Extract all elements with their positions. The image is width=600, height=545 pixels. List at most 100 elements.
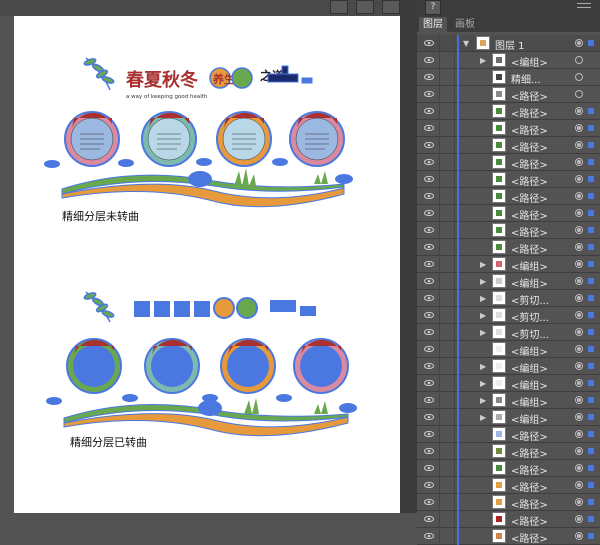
target-circle-icon[interactable] [575, 328, 583, 336]
layer-row[interactable]: <编组> [417, 341, 600, 358]
layer-label[interactable]: 精细... [511, 71, 541, 86]
layer-label[interactable]: <路径> [511, 496, 548, 511]
visibility-eye-icon[interactable] [424, 380, 434, 386]
lock-toggle[interactable] [439, 290, 455, 306]
target-circle-icon[interactable] [575, 39, 583, 47]
layer-label[interactable]: <路径> [511, 173, 548, 188]
layer-row[interactable]: 精细... [417, 69, 600, 86]
layer-row[interactable]: <路径> [417, 120, 600, 137]
visibility-eye-icon[interactable] [424, 397, 434, 403]
lock-toggle[interactable] [439, 358, 455, 374]
layer-row[interactable]: ▼ 图层 1 [417, 35, 600, 52]
selection-square-icon[interactable] [588, 227, 594, 233]
lock-toggle[interactable] [439, 256, 455, 272]
selection-square-icon[interactable] [588, 312, 594, 318]
layer-label[interactable]: <路径> [511, 190, 548, 205]
layer-row[interactable]: <路径> [417, 137, 600, 154]
selection-square-icon[interactable] [588, 380, 594, 386]
lock-toggle[interactable] [439, 154, 455, 170]
layer-row[interactable]: <路径> [417, 171, 600, 188]
help-button[interactable]: ? [425, 0, 441, 15]
layer-label[interactable]: <路径> [511, 462, 548, 477]
selection-square-icon[interactable] [588, 465, 594, 471]
expand-right-icon[interactable]: ▶ [480, 413, 486, 422]
layer-label[interactable]: <路径> [511, 122, 548, 137]
layer-label[interactable]: <编组> [511, 411, 548, 426]
lock-toggle[interactable] [439, 324, 455, 340]
layer-row[interactable]: ▶ <编组> [417, 52, 600, 69]
selection-square-icon[interactable] [588, 363, 594, 369]
lock-toggle[interactable] [439, 171, 455, 187]
target-circle-icon[interactable] [575, 464, 583, 472]
selection-square-icon[interactable] [588, 176, 594, 182]
visibility-eye-icon[interactable] [424, 74, 434, 80]
expand-right-icon[interactable]: ▶ [480, 260, 486, 269]
visibility-eye-icon[interactable] [424, 159, 434, 165]
layer-row[interactable]: <路径> [417, 511, 600, 528]
visibility-eye-icon[interactable] [424, 465, 434, 471]
selection-square-icon[interactable] [588, 482, 594, 488]
target-circle-icon[interactable] [575, 379, 583, 387]
layer-row[interactable]: <路径> [417, 239, 600, 256]
visibility-eye-icon[interactable] [424, 142, 434, 148]
selection-square-icon[interactable] [588, 397, 594, 403]
lock-toggle[interactable] [439, 477, 455, 493]
visibility-eye-icon[interactable] [424, 499, 434, 505]
layer-row[interactable]: <路径> [417, 477, 600, 494]
layer-row[interactable]: ▶ <编组> [417, 256, 600, 273]
selection-square-icon[interactable] [588, 499, 594, 505]
visibility-eye-icon[interactable] [424, 533, 434, 539]
layer-row[interactable]: <路径> [417, 205, 600, 222]
layer-row[interactable]: <路径> [417, 188, 600, 205]
selection-square-icon[interactable] [588, 261, 594, 267]
visibility-eye-icon[interactable] [424, 312, 434, 318]
target-circle-icon[interactable] [575, 345, 583, 353]
target-circle-icon[interactable] [575, 73, 583, 81]
selection-square-icon[interactable] [588, 193, 594, 199]
selection-square-icon[interactable] [588, 414, 594, 420]
layer-label[interactable]: <路径> [511, 445, 548, 460]
target-circle-icon[interactable] [575, 430, 583, 438]
expand-down-icon[interactable]: ▼ [463, 39, 469, 48]
lock-toggle[interactable] [439, 443, 455, 459]
lock-toggle[interactable] [439, 460, 455, 476]
expand-right-icon[interactable]: ▶ [480, 379, 486, 388]
target-circle-icon[interactable] [575, 498, 583, 506]
lock-toggle[interactable] [439, 222, 455, 238]
target-circle-icon[interactable] [575, 260, 583, 268]
target-circle-icon[interactable] [575, 413, 583, 421]
lock-toggle[interactable] [439, 494, 455, 510]
layer-label[interactable]: <编组> [511, 343, 548, 358]
tool-tab[interactable] [382, 0, 400, 14]
layer-row[interactable]: <路径> [417, 443, 600, 460]
target-circle-icon[interactable] [575, 90, 583, 98]
lock-toggle[interactable] [439, 341, 455, 357]
lock-toggle[interactable] [439, 52, 455, 68]
selection-square-icon[interactable] [588, 142, 594, 148]
selection-square-icon[interactable] [588, 278, 594, 284]
layer-label[interactable]: <路径> [511, 428, 548, 443]
expand-right-icon[interactable]: ▶ [480, 56, 486, 65]
layer-label[interactable]: <路径> [511, 479, 548, 494]
lock-toggle[interactable] [439, 375, 455, 391]
target-circle-icon[interactable] [575, 56, 583, 64]
target-circle-icon[interactable] [575, 515, 583, 523]
lock-toggle[interactable] [439, 239, 455, 255]
selection-square-icon[interactable] [588, 533, 594, 539]
visibility-eye-icon[interactable] [424, 210, 434, 216]
target-circle-icon[interactable] [575, 209, 583, 217]
target-circle-icon[interactable] [575, 175, 583, 183]
layer-label[interactable]: <路径> [511, 105, 548, 120]
layer-row[interactable]: <路径> [417, 494, 600, 511]
lock-toggle[interactable] [439, 205, 455, 221]
layer-label[interactable]: <编组> [511, 258, 548, 273]
target-circle-icon[interactable] [575, 124, 583, 132]
selection-square-icon[interactable] [588, 40, 594, 46]
target-circle-icon[interactable] [575, 481, 583, 489]
target-circle-icon[interactable] [575, 311, 583, 319]
layer-label[interactable]: <路径> [511, 513, 548, 528]
visibility-eye-icon[interactable] [424, 227, 434, 233]
layer-label[interactable]: <路径> [511, 530, 548, 545]
target-circle-icon[interactable] [575, 192, 583, 200]
layer-row[interactable]: <路径> [417, 460, 600, 477]
